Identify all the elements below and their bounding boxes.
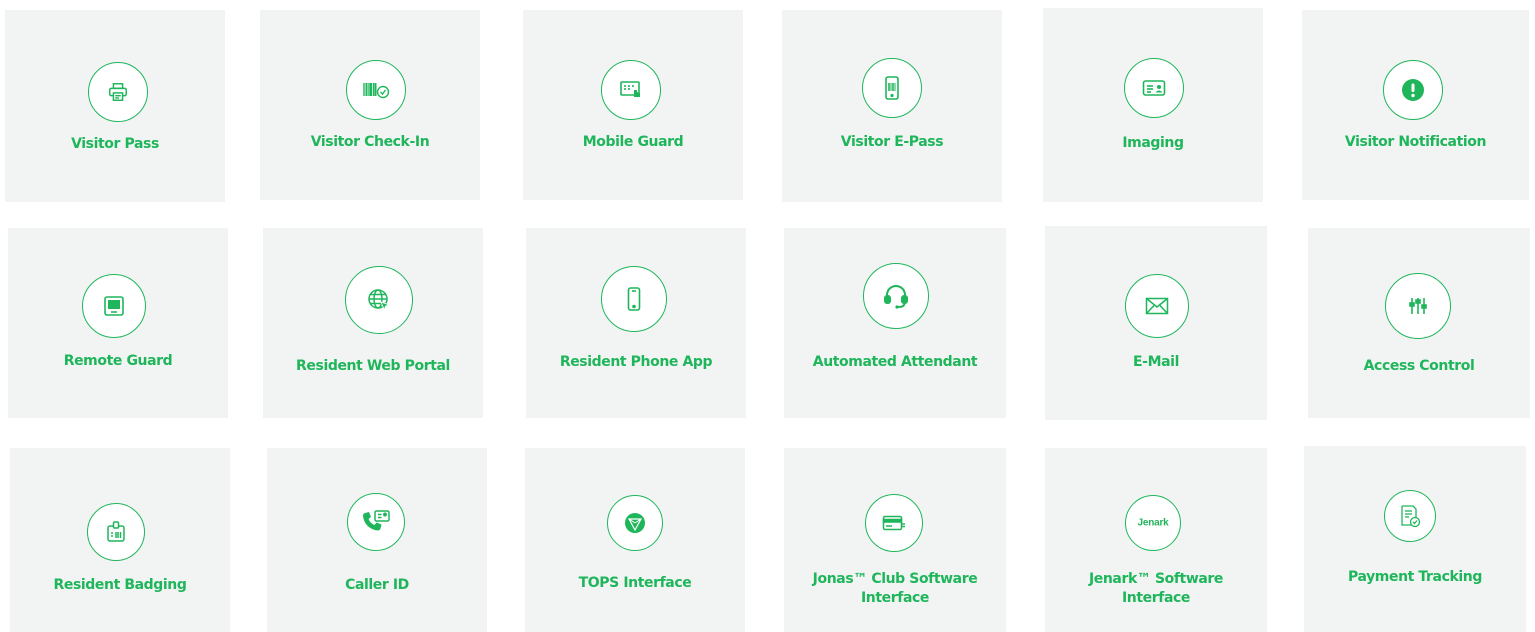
- feature-label: Imaging: [1122, 135, 1184, 151]
- feature-label: Caller ID: [345, 577, 409, 593]
- feature-label: Resident Web Portal: [296, 358, 450, 374]
- tops-logo-icon: [625, 513, 645, 533]
- icon-circle: [82, 274, 146, 338]
- icon-circle: [1384, 490, 1436, 542]
- icon-circle: [346, 60, 406, 120]
- feature-tile-mobile-guard[interactable]: Mobile Guard: [523, 10, 743, 200]
- feature-tile-jenark-software-interface[interactable]: Jenark Jenark™ Software Interface: [1045, 448, 1267, 632]
- feature-label: E-Mail: [1133, 354, 1179, 370]
- icon-circle: [1385, 273, 1451, 339]
- feature-label: Payment Tracking: [1347, 569, 1482, 585]
- jenark-logo-icon: Jenark: [1125, 495, 1181, 551]
- icon-circle: [863, 263, 929, 329]
- badge-icon: [107, 521, 125, 542]
- feature-tile-remote-guard[interactable]: Remote Guard: [8, 228, 228, 418]
- feature-tile-visitor-e-pass[interactable]: Visitor E-Pass: [782, 10, 1002, 202]
- feature-label: Remote Guard: [63, 353, 173, 369]
- icon-circle: [601, 60, 661, 120]
- feature-tile-payment-tracking[interactable]: Payment Tracking: [1304, 446, 1526, 632]
- globe-cursor-icon: [368, 289, 391, 311]
- feature-label: Visitor Notification: [1344, 134, 1487, 150]
- feature-tile-access-control[interactable]: Access Control: [1308, 228, 1530, 418]
- feature-label: Resident Badging: [53, 577, 187, 593]
- envelope-icon: [1145, 297, 1169, 315]
- phone-barcode-icon: [885, 76, 899, 100]
- phone-id-icon: [362, 510, 390, 531]
- icon-circle: [607, 495, 663, 551]
- feature-label: Visitor E-Pass: [840, 134, 944, 150]
- receipt-check-icon: [1401, 505, 1421, 528]
- monitor-icon: [104, 296, 124, 316]
- feature-tile-visitor-check-in[interactable]: Visitor Check-In: [260, 10, 480, 200]
- feature-tile-visitor-notification[interactable]: Visitor Notification: [1302, 10, 1529, 200]
- feature-label: Access Control: [1363, 358, 1475, 374]
- icon-circle: [1383, 60, 1443, 120]
- feature-label: Visitor Check-In: [310, 134, 430, 150]
- smartphone-icon: [627, 287, 641, 311]
- feature-tile-resident-badging[interactable]: Resident Badging: [10, 448, 230, 632]
- icon-circle: [88, 62, 148, 122]
- sliders-icon: [1409, 298, 1427, 314]
- credit-card-icon: [882, 515, 905, 531]
- feature-tile-tops-interface[interactable]: TOPS Interface: [525, 448, 745, 632]
- feature-label: Jonas™ Club Software Interface: [812, 571, 978, 606]
- headset-icon: [884, 285, 908, 309]
- feature-tile-resident-web-portal[interactable]: Resident Web Portal: [263, 228, 483, 418]
- icon-circle: [345, 266, 413, 334]
- feature-tile-jonas-club-software-interface[interactable]: Jonas™ Club Software Interface: [784, 448, 1006, 632]
- feature-tile-imaging[interactable]: Imaging: [1043, 8, 1263, 202]
- icon-circle: [1124, 58, 1184, 118]
- icon-circle: [1125, 274, 1189, 338]
- feature-tile-e-mail[interactable]: E-Mail: [1045, 226, 1267, 420]
- icon-circle: [87, 503, 145, 561]
- feature-tile-automated-attendant[interactable]: Automated Attendant: [784, 228, 1006, 418]
- barcode-check-icon: [363, 83, 390, 99]
- feature-tile-resident-phone-app[interactable]: Resident Phone App: [526, 228, 746, 418]
- icon-circle: [601, 266, 667, 332]
- feature-tile-visitor-pass[interactable]: Visitor Pass: [5, 10, 225, 202]
- feature-tile-caller-id[interactable]: Caller ID: [267, 448, 487, 632]
- icon-circle: [347, 493, 405, 551]
- jenark-logo-text: Jenark: [1137, 517, 1169, 529]
- printer-icon: [109, 83, 127, 101]
- feature-label: TOPS Interface: [578, 575, 692, 591]
- tablet-touch-icon: [620, 81, 640, 97]
- exclamation-icon: [1402, 79, 1424, 101]
- feature-label: Jenark™ Software Interface: [1088, 571, 1224, 606]
- feature-label: Resident Phone App: [559, 354, 713, 370]
- feature-label: Mobile Guard: [582, 134, 684, 150]
- feature-label: Visitor Pass: [71, 136, 159, 152]
- feature-label: Automated Attendant: [812, 354, 978, 370]
- id-card-icon: [1142, 80, 1166, 96]
- icon-circle: [862, 58, 922, 118]
- feature-grid: Visitor Pass Visitor Check-In Mobile Gua…: [0, 0, 1535, 632]
- icon-circle: [865, 494, 923, 552]
